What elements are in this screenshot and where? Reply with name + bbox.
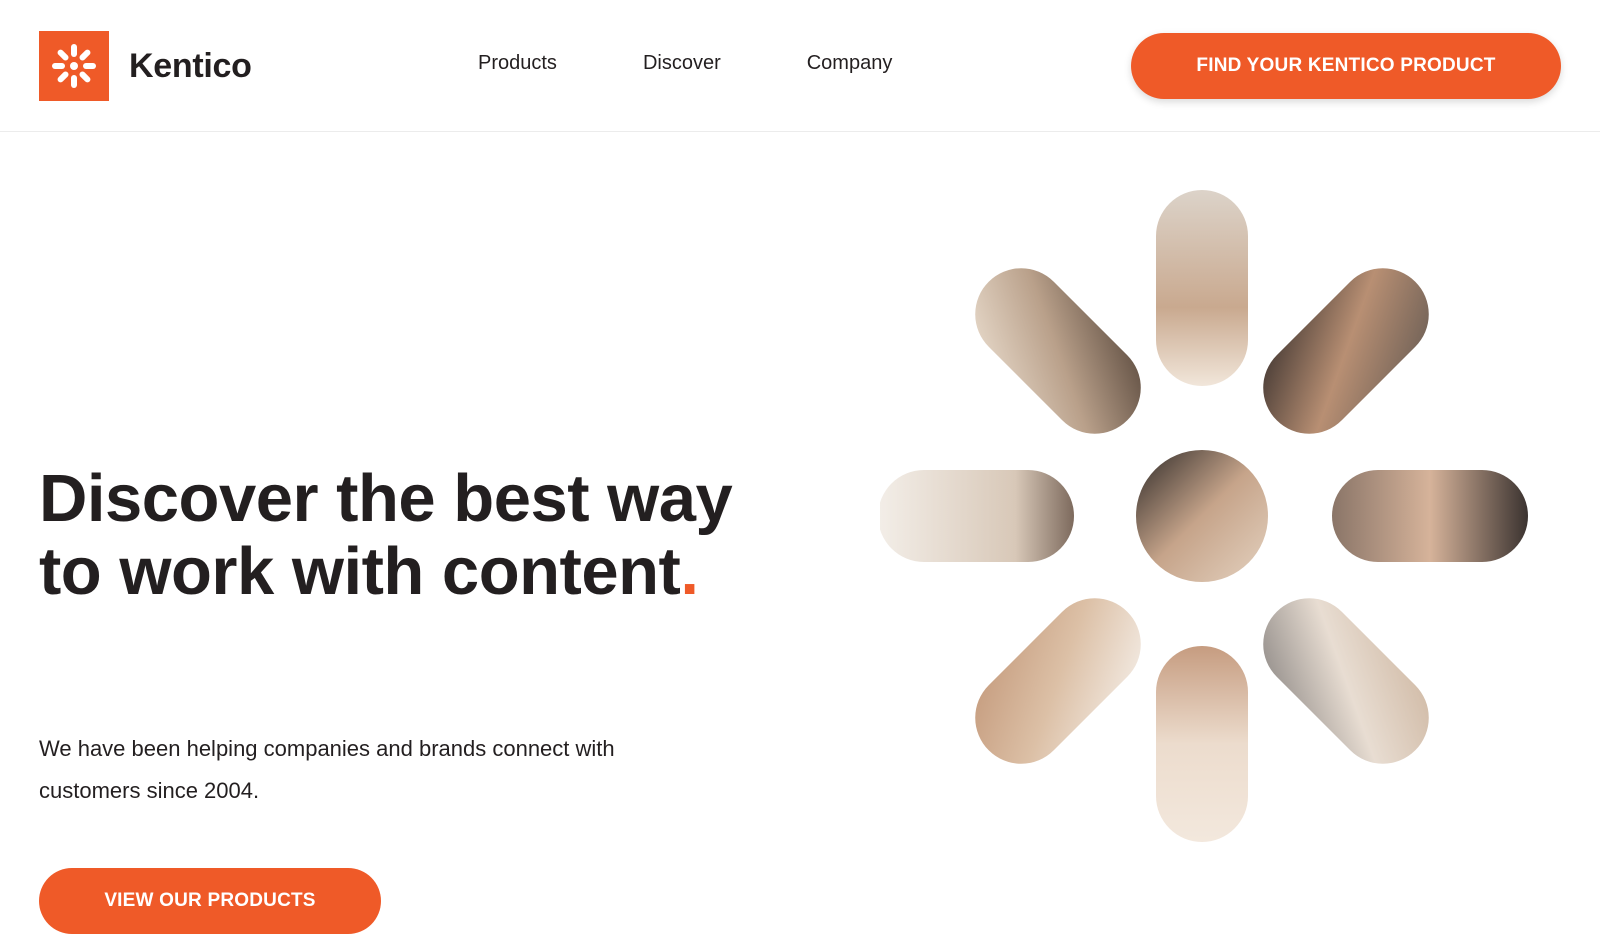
hero-title-dot: . [680, 534, 699, 609]
hero-title: Discover the best way to work with conte… [39, 462, 759, 608]
collage-petal-right [1332, 470, 1528, 562]
site-header: Kentico Products Discover Company FIND Y… [0, 0, 1600, 132]
kentico-logo-link[interactable]: Kentico [39, 31, 252, 101]
nav-item-discover[interactable]: Discover [643, 52, 721, 75]
brand-name: Kentico [129, 46, 252, 85]
hero-asterisk-photo-collage [878, 188, 1560, 868]
collage-petal-bottom-left [975, 598, 1141, 764]
collage-petal-bottom [1156, 646, 1248, 842]
hero-subtitle: We have been helping companies and brand… [39, 736, 615, 803]
hero-title-text: Discover the best way to work with conte… [39, 461, 733, 609]
collage-petal-top-right [1263, 268, 1429, 434]
nav-item-company[interactable]: Company [807, 52, 893, 75]
collage-center-photo [1136, 450, 1268, 582]
find-product-button[interactable]: FIND YOUR KENTICO PRODUCT [1131, 33, 1561, 99]
collage-petal-top [1156, 190, 1248, 386]
kentico-asterisk-icon [39, 31, 109, 101]
collage-petal-top-left [975, 268, 1141, 434]
view-products-button[interactable]: VIEW OUR PRODUCTS [39, 868, 381, 934]
collage-petal-bottom-right [1263, 598, 1429, 764]
main-nav: Products Discover Company [478, 52, 978, 75]
collage-petal-left [878, 470, 1074, 562]
nav-item-products[interactable]: Products [478, 52, 557, 75]
